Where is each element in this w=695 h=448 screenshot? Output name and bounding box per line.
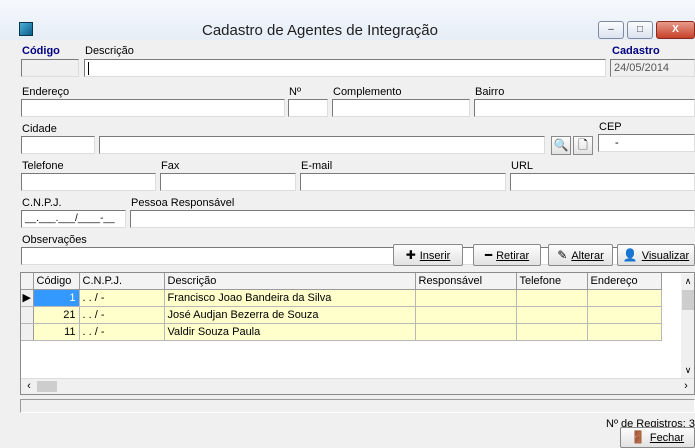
- email-label: E-mail: [301, 160, 333, 172]
- telefone-field[interactable]: [21, 173, 156, 191]
- inserir-label: Inserir: [419, 250, 451, 262]
- scroll-up-icon[interactable]: ∧: [681, 274, 694, 288]
- numero-label: Nº: [289, 86, 301, 98]
- col-header-telefone[interactable]: Telefone: [516, 273, 588, 290]
- agents-grid[interactable]: Código C.N.P.J. Descrição Responsável Te…: [20, 272, 695, 395]
- cell-telefone[interactable]: [516, 289, 588, 307]
- fax-label: Fax: [161, 160, 180, 172]
- cell-descricao[interactable]: Francisco Joao Bandeira da Silva: [164, 289, 416, 307]
- retirar-label: Retirar: [496, 250, 530, 262]
- row-indicator: [21, 323, 34, 341]
- email-field[interactable]: [300, 173, 506, 191]
- cell-codigo[interactable]: 11: [33, 323, 80, 341]
- alterar-button[interactable]: ✎ Alterar: [548, 244, 613, 266]
- fechar-button[interactable]: 🚪 Fechar: [620, 427, 695, 448]
- search-cidade-button[interactable]: 🔍: [551, 136, 571, 155]
- responsavel-field[interactable]: [130, 210, 695, 228]
- table-row[interactable]: 21 . . / - José Audjan Bezerra de Souza: [21, 306, 662, 324]
- new-document-icon: 🗋: [578, 138, 588, 152]
- endereco-field[interactable]: [21, 99, 285, 117]
- cell-cnpj[interactable]: . . / -: [79, 323, 165, 341]
- current-row-arrow-icon: ▶: [21, 289, 34, 307]
- minimize-button[interactable]: –: [598, 21, 624, 39]
- fax-field[interactable]: [160, 173, 296, 191]
- cadastro-date-field: 24/05/2014: [610, 59, 695, 77]
- agents-table: Código C.N.P.J. Descrição Responsável Te…: [21, 273, 662, 341]
- complemento-label: Complemento: [333, 86, 402, 98]
- url-field[interactable]: [510, 173, 695, 191]
- plus-icon: ✚: [405, 248, 416, 262]
- minus-icon: ━: [484, 248, 493, 262]
- scroll-down-icon[interactable]: ∨: [681, 363, 694, 377]
- horizontal-scrollbar[interactable]: ‹ ›: [21, 378, 694, 394]
- maximize-button[interactable]: □: [627, 21, 653, 39]
- descricao-label: Descrição: [85, 45, 134, 57]
- scroll-right-icon[interactable]: ›: [680, 379, 692, 394]
- vertical-scroll-thumb[interactable]: [682, 290, 694, 310]
- observacoes-label: Observações: [22, 234, 87, 246]
- cidade-code-field[interactable]: [21, 136, 95, 154]
- cnpj-label: C.N.P.J.: [22, 197, 62, 209]
- cell-descricao[interactable]: Valdir Souza Paula: [164, 323, 416, 341]
- visualizar-label: Visualizar: [641, 250, 690, 262]
- cell-descricao[interactable]: José Audjan Bezerra de Souza: [164, 306, 416, 324]
- close-window-button[interactable]: X: [656, 21, 695, 39]
- cep-label: CEP: [599, 121, 622, 133]
- cell-codigo[interactable]: 1: [33, 289, 80, 307]
- cell-cnpj[interactable]: . . / -: [79, 289, 165, 307]
- codigo-label: Código: [22, 45, 60, 57]
- numero-field[interactable]: [288, 99, 328, 117]
- view-icon: 👤: [622, 248, 638, 262]
- cell-responsavel[interactable]: [415, 306, 517, 324]
- table-row[interactable]: ▶ 1 . . / - Francisco Joao Bandeira da S…: [21, 289, 662, 307]
- fechar-label: Fechar: [649, 432, 685, 444]
- col-header-codigo[interactable]: Código: [33, 273, 80, 290]
- cell-telefone[interactable]: [516, 323, 588, 341]
- text-caret: [88, 61, 89, 75]
- col-header-cnpj[interactable]: C.N.P.J.: [79, 273, 165, 290]
- retirar-button[interactable]: ━ Retirar: [473, 244, 541, 266]
- new-cidade-button[interactable]: 🗋: [573, 136, 593, 155]
- cidade-name-field[interactable]: [99, 136, 545, 154]
- col-header-descricao[interactable]: Descrição: [164, 273, 416, 290]
- endereco-label: Endereço: [22, 86, 70, 98]
- grid-indicator-header: [21, 273, 34, 290]
- complemento-field[interactable]: [332, 99, 470, 117]
- edit-icon: ✎: [557, 248, 568, 262]
- col-header-endereco[interactable]: Endereço: [587, 273, 662, 290]
- cell-cnpj[interactable]: . . / -: [79, 306, 165, 324]
- vertical-scrollbar[interactable]: ∧ ∨: [681, 274, 694, 378]
- url-label: URL: [511, 160, 534, 172]
- responsavel-label: Pessoa Responsável: [131, 197, 235, 209]
- col-header-responsavel[interactable]: Responsável: [415, 273, 517, 290]
- horizontal-scroll-thumb[interactable]: [37, 381, 57, 392]
- status-bar: [20, 399, 695, 413]
- telefone-label: Telefone: [22, 160, 64, 172]
- codigo-field[interactable]: [21, 59, 79, 77]
- exit-door-icon: 🚪: [630, 430, 646, 444]
- bairro-field[interactable]: [474, 99, 695, 117]
- cnpj-field[interactable]: __.___.___/____-__: [21, 210, 126, 228]
- visualizar-button[interactable]: 👤 Visualizar: [617, 244, 695, 266]
- scroll-left-icon[interactable]: ‹: [23, 379, 35, 394]
- cell-codigo[interactable]: 21: [33, 306, 80, 324]
- window-title: Cadastro de Agentes de Integração: [201, 22, 438, 39]
- inserir-button[interactable]: ✚ Inserir: [393, 244, 463, 266]
- descricao-field[interactable]: [84, 59, 606, 77]
- bairro-label: Bairro: [475, 86, 505, 98]
- cell-telefone[interactable]: [516, 306, 588, 324]
- cell-endereco[interactable]: [587, 323, 662, 341]
- row-indicator: [21, 306, 34, 324]
- cep-field[interactable]: -: [598, 134, 695, 152]
- cidade-label: Cidade: [22, 123, 57, 135]
- grid-header-row: Código C.N.P.J. Descrição Responsável Te…: [21, 273, 662, 290]
- cell-responsavel[interactable]: [415, 289, 517, 307]
- cell-responsavel[interactable]: [415, 323, 517, 341]
- table-row[interactable]: 11 . . / - Valdir Souza Paula: [21, 323, 662, 341]
- alterar-label: Alterar: [571, 250, 604, 262]
- binoculars-icon: 🔍: [553, 138, 569, 152]
- cell-endereco[interactable]: [587, 306, 662, 324]
- cadastro-label: Cadastro: [612, 45, 660, 57]
- cell-endereco[interactable]: [587, 289, 662, 307]
